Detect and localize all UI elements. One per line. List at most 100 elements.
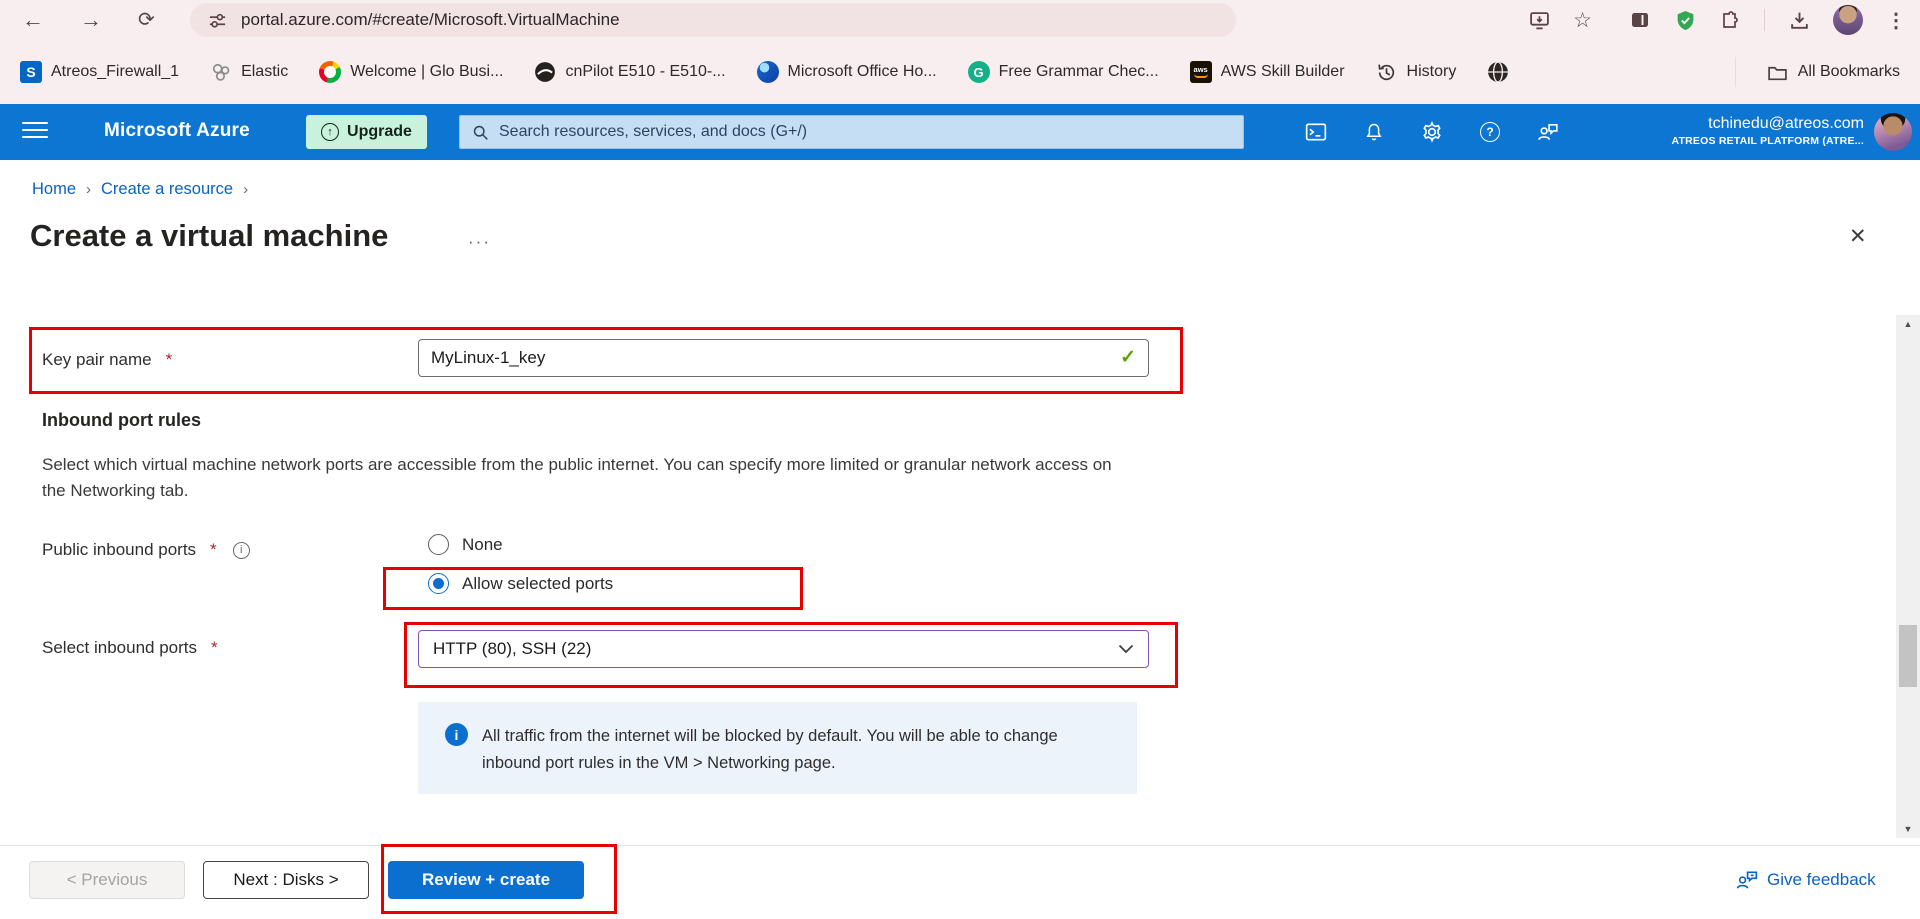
upgrade-button[interactable]: ↑ Upgrade	[306, 115, 427, 149]
global-search-box[interactable]	[459, 115, 1244, 149]
required-asterisk: *	[211, 638, 218, 657]
bookmark-label: Elastic	[241, 63, 289, 80]
key-pair-name-input[interactable]	[418, 339, 1149, 377]
bookmark-item[interactable]: S Atreos_Firewall_1	[20, 61, 179, 83]
security-shield-icon[interactable]	[1674, 9, 1696, 31]
radio-selected-icon	[428, 573, 449, 594]
office-favicon	[756, 61, 779, 83]
downloads-icon[interactable]	[1788, 9, 1810, 31]
bookmarks-bar: S Atreos_Firewall_1 Elastic Welcome | Gl…	[0, 40, 1920, 104]
select-inbound-ports-dropdown[interactable]: HTTP (80), SSH (22)	[418, 630, 1149, 668]
required-asterisk: *	[165, 350, 173, 369]
chevron-right-icon: ›	[243, 181, 249, 198]
page-title: Create a virtual machine	[30, 218, 389, 253]
aws-favicon: aws	[1189, 61, 1212, 83]
bookmark-item[interactable]: Microsoft Office Ho...	[756, 61, 937, 83]
key-pair-name-label: Key pair name *	[42, 350, 173, 369]
azure-brand[interactable]: Microsoft Azure	[104, 120, 250, 142]
help-icon[interactable]: ?	[1474, 116, 1506, 148]
give-feedback-link[interactable]: Give feedback	[1736, 869, 1876, 891]
inbound-port-rules-heading: Inbound port rules	[42, 410, 201, 430]
required-asterisk: *	[210, 540, 217, 559]
chevron-down-icon	[1118, 644, 1134, 654]
inbound-port-rules-description: Select which virtual machine network por…	[42, 455, 1112, 500]
azure-profile-avatar[interactable]	[1874, 113, 1912, 151]
cnpilot-favicon	[534, 61, 556, 83]
bookmark-item[interactable]: Elastic	[210, 61, 288, 83]
bookmark-item[interactable]: cnPilot E510 - E510-...	[534, 61, 726, 83]
address-bar[interactable]: portal.azure.com/#create/Microsoft.Virtu…	[190, 3, 1236, 37]
bookmark-label: AWS Skill Builder	[1220, 63, 1345, 80]
info-banner: i All traffic from the internet will be …	[418, 702, 1137, 794]
breadcrumb-home-link[interactable]: Home	[32, 180, 76, 199]
account-email: tchinedu@atreos.com	[1708, 115, 1864, 132]
hamburger-menu-icon[interactable]	[22, 117, 48, 143]
back-icon[interactable]: ←	[22, 9, 44, 31]
bookmark-item[interactable]: Welcome | Glo Busi...	[319, 61, 503, 83]
reload-icon[interactable]: ⟳	[138, 10, 155, 30]
info-banner-text: All traffic from the internet will be bl…	[482, 727, 1058, 772]
install-app-icon[interactable]	[1528, 9, 1550, 31]
bookmark-item[interactable]: G Free Grammar Chec...	[967, 61, 1159, 83]
site-settings-icon[interactable]	[206, 9, 228, 31]
radio-label: Allow selected ports	[462, 573, 614, 593]
glo-favicon	[319, 61, 342, 83]
elastic-favicon	[210, 61, 232, 83]
extension-icon[interactable]	[1719, 9, 1741, 31]
review-create-button[interactable]: Review + create	[388, 861, 584, 899]
url-text: portal.azure.com/#create/Microsoft.Virtu…	[241, 10, 620, 29]
give-feedback-label: Give feedback	[1767, 870, 1876, 889]
bookmark-item-history[interactable]: History	[1376, 61, 1457, 83]
globe-icon	[1487, 61, 1509, 83]
scroll-down-arrow[interactable]: ▼	[1896, 820, 1920, 838]
notifications-bell-icon[interactable]	[1358, 116, 1390, 148]
bookmark-label: History	[1406, 63, 1457, 80]
browser-menu-icon[interactable]: ⋮	[1886, 8, 1906, 33]
side-panel-icon[interactable]	[1629, 9, 1651, 31]
info-icon: i	[445, 723, 468, 746]
bookmark-star-icon[interactable]: ☆	[1573, 8, 1592, 33]
main-content: Home › Create a resource › Create a virt…	[0, 160, 1920, 845]
dropdown-value: HTTP (80), SSH (22)	[433, 639, 592, 658]
account-info[interactable]: tchinedu@atreos.com ATREOS RETAIL PLATFO…	[1672, 114, 1864, 148]
sophos-favicon: S	[20, 61, 42, 83]
feedback-icon[interactable]	[1532, 116, 1564, 148]
all-bookmarks-button[interactable]: All Bookmarks	[1767, 61, 1900, 83]
all-bookmarks-label: All Bookmarks	[1797, 63, 1900, 80]
select-inbound-ports-label: Select inbound ports *	[42, 638, 218, 657]
account-tenant: ATREOS RETAIL PLATFORM (ATRE...	[1671, 135, 1864, 147]
grammar-favicon: G	[967, 61, 990, 83]
azure-header: Microsoft Azure ↑ Upgrade ?	[0, 104, 1920, 160]
settings-gear-icon[interactable]	[1416, 116, 1448, 148]
scrollbar-thumb[interactable]	[1899, 625, 1917, 687]
scroll-up-arrow[interactable]: ▲	[1896, 315, 1920, 333]
search-icon	[472, 124, 489, 141]
folder-icon	[1767, 61, 1789, 83]
browser-profile-avatar[interactable]	[1833, 5, 1863, 35]
search-input[interactable]	[499, 123, 1231, 141]
public-inbound-ports-label: Public inbound ports * i	[42, 538, 250, 562]
previous-button[interactable]: < Previous	[29, 861, 185, 899]
radio-option-none[interactable]: None	[428, 534, 503, 555]
bookmark-label: Atreos_Firewall_1	[51, 63, 180, 80]
toolbar-separator	[1764, 9, 1765, 31]
vertical-scrollbar[interactable]: ▲ ▼	[1896, 315, 1920, 838]
next-disks-button[interactable]: Next : Disks >	[203, 861, 369, 899]
history-icon	[1376, 61, 1398, 83]
key-pair-name-field: ✓	[418, 339, 1149, 377]
forward-icon[interactable]: →	[80, 9, 102, 31]
bookmark-item[interactable]: aws AWS Skill Builder	[1189, 61, 1345, 83]
info-tooltip-icon[interactable]: i	[232, 541, 250, 559]
footer-bar: < Previous Next : Disks > Review + creat…	[0, 844, 1920, 919]
close-icon[interactable]: ✕	[1849, 224, 1867, 249]
breadcrumb-create-resource-link[interactable]: Create a resource	[101, 180, 233, 199]
bookmark-label: cnPilot E510 - E510-...	[565, 63, 726, 80]
chevron-right-icon: ›	[86, 181, 92, 198]
more-menu-icon[interactable]: ···	[468, 232, 491, 252]
radio-option-allow-selected-ports[interactable]: Allow selected ports	[428, 573, 613, 594]
browser-toolbar: ← → ⟳ portal.azure.com/#create/Microsoft…	[0, 0, 1920, 40]
radio-circle-icon	[428, 534, 449, 555]
cloud-shell-icon[interactable]	[1300, 116, 1332, 148]
breadcrumb: Home › Create a resource ›	[32, 180, 248, 199]
bookmark-item-globe[interactable]	[1487, 61, 1509, 83]
